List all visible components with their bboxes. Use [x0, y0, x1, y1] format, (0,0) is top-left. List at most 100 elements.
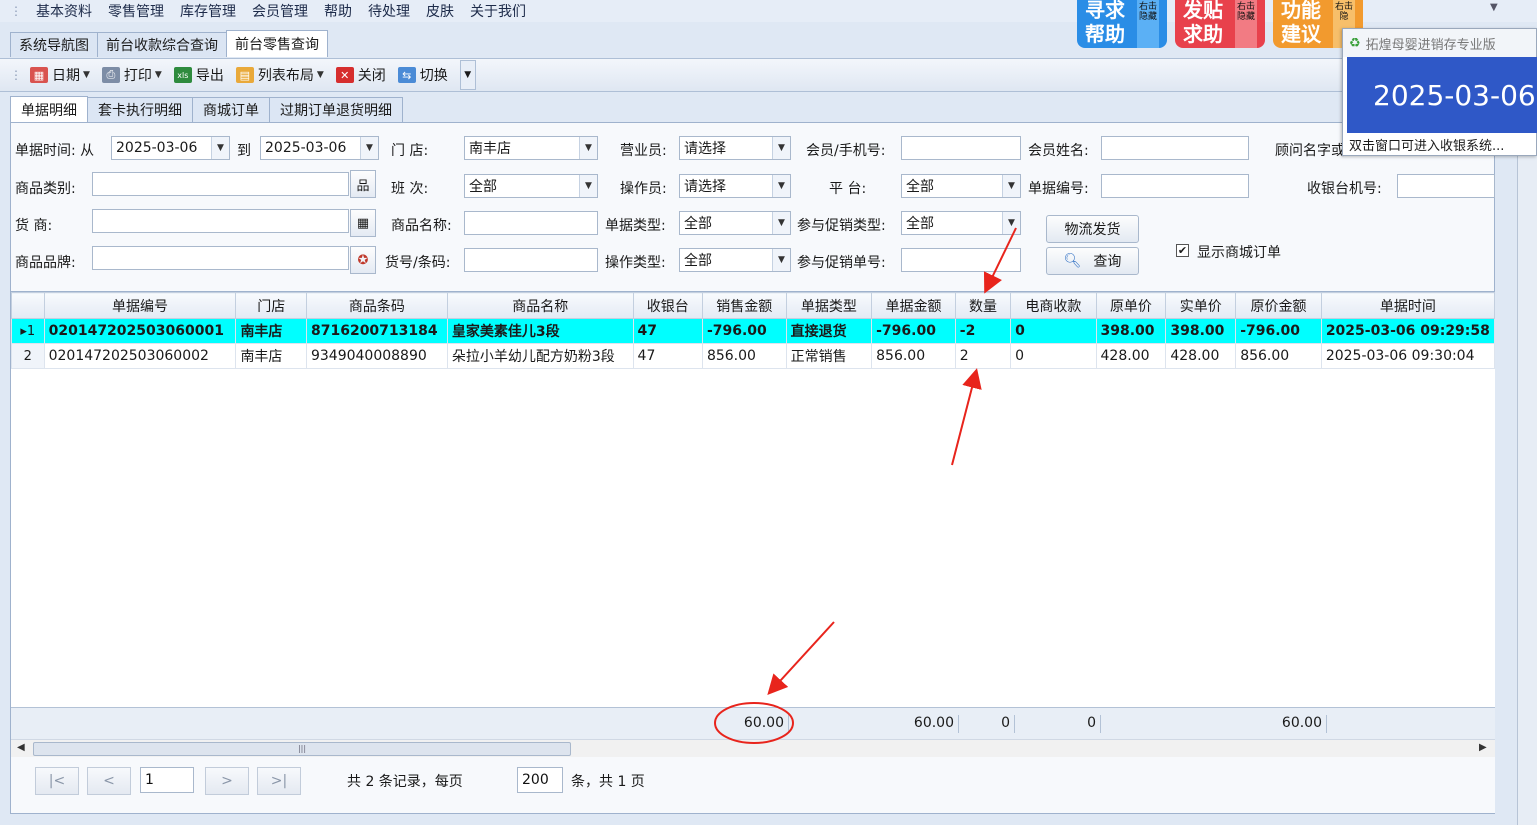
col-orig-unit-price[interactable]: 原单价	[1095, 292, 1167, 319]
toolbar-overflow-button[interactable]: ▼	[459, 60, 476, 90]
doctype-select[interactable]: 全部 ▼	[679, 211, 791, 235]
show-mall-orders-checkbox[interactable]: ✔	[1176, 244, 1189, 257]
member-name-input[interactable]	[1101, 136, 1249, 160]
menu-about[interactable]: 关于我们	[462, 1, 534, 21]
cell-actual-unit-price[interactable]: 428.00	[1165, 343, 1237, 369]
col-actual-unit-price[interactable]: 实单价	[1165, 292, 1237, 319]
col-sales-amount[interactable]: 销售金额	[701, 292, 787, 319]
first-page-button[interactable]: |<	[35, 767, 79, 795]
page-number-input[interactable]: 1	[140, 767, 194, 793]
cell-orig-amount[interactable]: 856.00	[1235, 343, 1322, 369]
cell-doc-time[interactable]: 2025-03-06 09:29:58	[1320, 318, 1495, 344]
table-row[interactable]: 2 020147202503060002 南丰店 9349040008890 朵…	[11, 343, 1495, 369]
print-button[interactable]: ⎙ 打印 ▼	[101, 65, 162, 85]
supplier-picker-button[interactable]: ▦	[350, 209, 376, 237]
switch-button[interactable]: ⇆ 切换	[397, 65, 448, 85]
dropdown-arrow-icon[interactable]: ▼	[1490, 2, 1498, 13]
cell-product-name[interactable]: 朵拉小羊幼儿配方奶粉3段	[446, 343, 634, 369]
col-doc-no[interactable]: 单据编号	[43, 292, 237, 319]
cell-doc-no[interactable]: 020147202503060002	[43, 343, 237, 369]
post-help-button[interactable]: 发贴 求助 右击隐藏	[1175, 0, 1265, 48]
close-button[interactable]: ✕ 关闭	[335, 65, 386, 85]
seek-help-button[interactable]: 寻求 帮助 右击隐藏	[1077, 0, 1167, 48]
cell-ecom-payment[interactable]: 0	[1010, 318, 1097, 344]
cell-orig-amount[interactable]: -796.00	[1235, 318, 1322, 344]
category-input[interactable]	[92, 172, 349, 196]
logistics-ship-button[interactable]: 物流发货	[1046, 215, 1139, 243]
promo-no-input[interactable]	[901, 248, 1021, 272]
menu-retail[interactable]: 零售管理	[100, 1, 172, 21]
menu-skin[interactable]: 皮肤	[418, 1, 462, 21]
page-size-input[interactable]: 200	[517, 767, 563, 793]
col-ecom-payment[interactable]: 电商收款	[1010, 292, 1097, 319]
scroll-right-icon[interactable]: ▶	[1479, 742, 1487, 753]
cell-cashier[interactable]: 47	[632, 318, 703, 344]
table-row[interactable]: ▸1 020147202503060001 南丰店 8716200713184 …	[11, 318, 1495, 344]
cell-sales-amount[interactable]: 856.00	[701, 343, 787, 369]
menu-basic-data[interactable]: 基本资料	[28, 1, 100, 21]
supplier-input[interactable]	[92, 209, 349, 233]
cell-quantity[interactable]: 2	[954, 343, 1012, 369]
last-page-button[interactable]: >|	[257, 767, 301, 795]
brand-input[interactable]	[92, 246, 349, 270]
cell-quantity[interactable]: -2	[954, 318, 1012, 344]
cell-barcode[interactable]: 8716200713184	[305, 318, 448, 344]
cell-doc-type[interactable]: 正常销售	[785, 343, 873, 369]
barcode-input[interactable]	[464, 248, 598, 272]
date-to-picker[interactable]: 2025-03-06 ▼	[260, 136, 379, 160]
col-doc-time[interactable]: 单据时间	[1320, 292, 1495, 319]
cell-product-name[interactable]: 皇家美素佳儿3段	[446, 318, 634, 344]
promo-type-select[interactable]: 全部 ▼	[901, 211, 1021, 235]
col-store[interactable]: 门店	[235, 292, 307, 319]
date-from-picker[interactable]: 2025-03-06 ▼	[111, 136, 230, 160]
cell-doc-amount[interactable]: 856.00	[871, 343, 956, 369]
date-button[interactable]: ▦ 日期 ▼	[30, 65, 90, 85]
query-button[interactable]: 🔍︎ 查询	[1046, 247, 1139, 275]
tab-expired-returns[interactable]: 过期订单退货明细	[269, 97, 403, 122]
tab-card-execution[interactable]: 套卡执行明细	[87, 97, 193, 122]
cell-orig-unit-price[interactable]: 428.00	[1095, 343, 1167, 369]
system-popup[interactable]: ♻ 拓煌母婴进销存专业版 2025-03-06 双击窗口可进入收银系统...	[1342, 28, 1537, 156]
next-page-button[interactable]: >	[205, 767, 249, 795]
col-doc-type[interactable]: 单据类型	[785, 292, 873, 319]
cell-actual-unit-price[interactable]: 398.00	[1165, 318, 1237, 344]
col-orig-amount[interactable]: 原价金额	[1235, 292, 1322, 319]
member-phone-input[interactable]	[901, 136, 1021, 160]
tab-front-retail-query[interactable]: 前台零售查询	[226, 30, 328, 57]
prev-page-button[interactable]: <	[87, 767, 131, 795]
cell-sales-amount[interactable]: -796.00	[701, 318, 787, 344]
product-name-input[interactable]	[464, 211, 598, 235]
list-layout-button[interactable]: ▤ 列表布局 ▼	[235, 65, 324, 85]
cashier-no-input[interactable]	[1397, 174, 1495, 198]
cell-ecom-payment[interactable]: 0	[1010, 343, 1097, 369]
cell-doc-no[interactable]: 020147202503060001	[43, 318, 237, 344]
cell-store[interactable]: 南丰店	[235, 343, 307, 369]
cell-store[interactable]: 南丰店	[235, 318, 307, 344]
scrollbar-thumb[interactable]: |||	[33, 742, 571, 756]
menu-help[interactable]: 帮助	[316, 1, 360, 21]
cell-doc-amount[interactable]: -796.00	[871, 318, 956, 344]
store-select[interactable]: 南丰店 ▼	[464, 136, 598, 160]
menu-pending[interactable]: 待处理	[360, 1, 418, 21]
col-barcode[interactable]: 商品条码	[305, 292, 448, 319]
menu-member[interactable]: 会员管理	[244, 1, 316, 21]
col-product-name[interactable]: 商品名称	[446, 292, 634, 319]
optype-select[interactable]: 全部 ▼	[679, 248, 791, 272]
cell-doc-time[interactable]: 2025-03-06 09:30:04	[1320, 343, 1495, 369]
cell-barcode[interactable]: 9349040008890	[305, 343, 448, 369]
tab-front-payment-query[interactable]: 前台收款综合查询	[97, 32, 227, 57]
menu-inventory[interactable]: 库存管理	[172, 1, 244, 21]
cell-cashier[interactable]: 47	[632, 343, 703, 369]
tab-system-nav[interactable]: 系统导航图	[10, 32, 98, 57]
docno-input[interactable]	[1101, 174, 1249, 198]
cell-doc-type[interactable]: 直接退货	[785, 318, 873, 344]
horizontal-scrollbar[interactable]: ◀ ||| ▶	[11, 739, 1495, 757]
platform-select[interactable]: 全部 ▼	[901, 174, 1021, 198]
tab-mall-orders[interactable]: 商城订单	[192, 97, 270, 122]
operator-select[interactable]: 请选择 ▼	[679, 174, 791, 198]
category-tree-button[interactable]: 品	[350, 170, 376, 198]
scroll-left-icon[interactable]: ◀	[17, 742, 25, 753]
col-cashier[interactable]: 收银台	[632, 292, 703, 319]
col-quantity[interactable]: 数量	[954, 292, 1012, 319]
tab-doc-detail[interactable]: 单据明细	[10, 96, 88, 122]
